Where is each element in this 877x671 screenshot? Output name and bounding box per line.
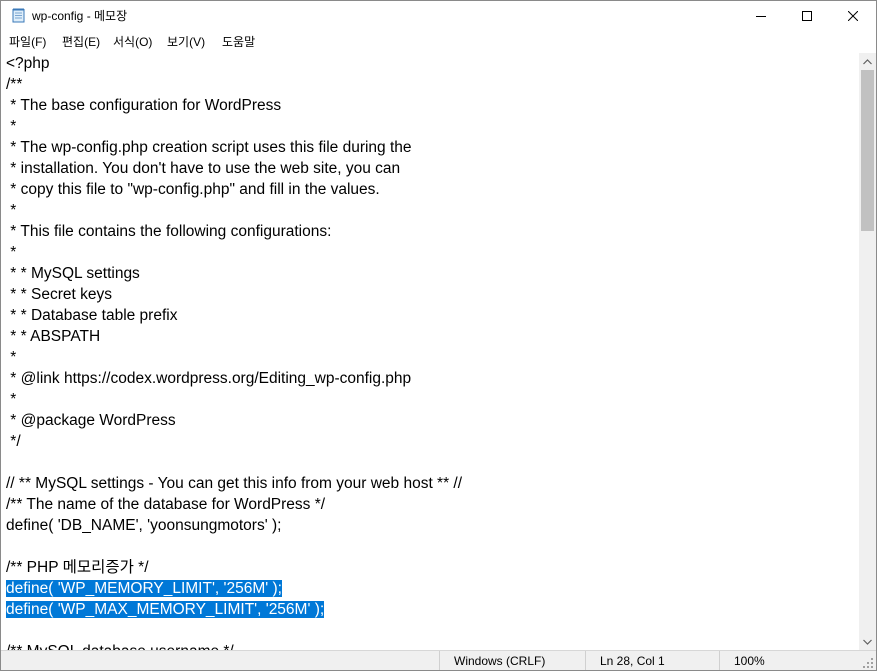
status-cursor-position: Ln 28, Col 1 <box>585 651 719 670</box>
maximize-button[interactable] <box>784 1 830 31</box>
editor-line-text: /** The name of the database for WordPre… <box>6 496 326 513</box>
text-editor[interactable]: <?php /** * The base configuration for Wo… <box>1 53 859 650</box>
close-icon <box>848 11 858 21</box>
menu-help[interactable]: 도움말 <box>222 34 255 50</box>
editor-line: /** <box>6 74 22 95</box>
menu-view[interactable]: 보기(V) <box>167 34 205 50</box>
window-title: wp-config - 메모장 <box>32 9 128 23</box>
editor-line: /** MySQL database username */ <box>6 641 234 650</box>
editor-line: * installation. You don't have to use th… <box>6 158 400 179</box>
editor-line-text: * * MySQL settings <box>6 265 140 282</box>
editor-line: * @package WordPress <box>6 410 176 431</box>
scroll-up-arrow[interactable] <box>859 53 876 70</box>
editor-line-text: * installation. You don't have to use th… <box>6 160 401 177</box>
editor-line-text: * The base configuration for WordPress <box>6 97 282 114</box>
editor-line: * copy this file to "wp-config.php" and … <box>6 179 380 200</box>
minimize-button[interactable] <box>738 1 784 31</box>
editor-line: * <box>6 242 16 263</box>
editor-line-text: /** <box>6 76 23 93</box>
editor-line-text: * copy this file to "wp-config.php" and … <box>6 181 380 198</box>
scroll-down-arrow[interactable] <box>859 633 876 650</box>
editor-line: * @link https://codex.wordpress.org/Edit… <box>6 368 411 389</box>
status-bar: Windows (CRLF) Ln 28, Col 1 100% <box>1 650 876 670</box>
editor-line: * * MySQL settings <box>6 263 140 284</box>
editor-line: * <box>6 347 16 368</box>
editor-line: define( 'WP_MAX_MEMORY_LIMIT', '256M' ); <box>6 599 325 620</box>
editor-line: * The base configuration for WordPress <box>6 95 281 116</box>
editor-line-text: // ** MySQL settings - You can get this … <box>6 475 463 492</box>
menu-file[interactable]: 파일(F) <box>9 34 46 50</box>
editor-line: */ <box>6 431 21 452</box>
editor-line: * * ABSPATH <box>6 326 100 347</box>
editor-line-text: */ <box>6 433 21 450</box>
editor-line: * <box>6 116 16 137</box>
editor-line: // ** MySQL settings - You can get this … <box>6 473 462 494</box>
editor-line-text: * <box>6 202 17 219</box>
editor-line-text: define( 'WP_MAX_MEMORY_LIMIT', '256M' ); <box>6 601 325 618</box>
editor-line: /** The name of the database for WordPre… <box>6 494 325 515</box>
editor-line-text: define( 'WP_MEMORY_LIMIT', '256M' ); <box>6 580 282 597</box>
close-button[interactable] <box>830 1 876 31</box>
editor-line: * This file contains the following confi… <box>6 221 331 242</box>
editor-line: /** PHP 메모리증가 */ <box>6 557 149 578</box>
chevron-down-icon <box>863 639 872 645</box>
editor-line-text: * <box>6 349 17 366</box>
vertical-scrollbar[interactable] <box>859 53 876 650</box>
editor-line-text: * * Secret keys <box>6 286 112 303</box>
editor-line-text: define( 'DB_NAME', 'yoonsungmotors' ); <box>6 517 282 534</box>
title-bar[interactable]: wp-config - 메모장 <box>1 1 876 31</box>
notepad-window: wp-config - 메모장 파일(F) 편집(E) 서식(O) 보기(V) … <box>0 0 877 671</box>
editor-line-text: * * Database table prefix <box>6 307 178 324</box>
editor-line: * <box>6 200 16 221</box>
editor-line-text: * <box>6 118 17 135</box>
editor-line-text: /** MySQL database username */ <box>6 643 234 650</box>
editor-line-text: <?php <box>6 55 50 72</box>
editor-line: * * Database table prefix <box>6 305 177 326</box>
editor-line: define( 'DB_NAME', 'yoonsungmotors' ); <box>6 515 281 536</box>
editor-line-text: * @link https://codex.wordpress.org/Edit… <box>6 370 412 387</box>
editor-line-text: * This file contains the following confi… <box>6 223 332 240</box>
editor-line-text: /** PHP 메모리증가 */ <box>6 559 149 576</box>
editor-line-text: * The wp-config.php creation script uses… <box>6 139 412 156</box>
editor-line-text: * * ABSPATH <box>6 328 101 345</box>
editor-line: <?php <box>6 53 50 74</box>
editor-line: * * Secret keys <box>6 284 112 305</box>
scroll-thumb[interactable] <box>861 70 874 231</box>
menu-bar: 파일(F) 편집(E) 서식(O) 보기(V) 도움말 <box>1 31 876 53</box>
editor-line: * <box>6 389 16 410</box>
maximize-icon <box>802 11 812 21</box>
editor-line-text: * <box>6 391 17 408</box>
editor-line-text: * @package WordPress <box>6 412 176 429</box>
menu-format[interactable]: 서식(O) <box>113 34 152 50</box>
menu-edit[interactable]: 편집(E) <box>62 34 100 50</box>
minimize-icon <box>756 16 766 17</box>
editor-line: * The wp-config.php creation script uses… <box>6 137 412 158</box>
editor-line-text: * <box>6 244 17 261</box>
resize-grip-icon[interactable] <box>862 657 874 669</box>
status-zoom: 100% <box>719 651 859 670</box>
chevron-up-icon <box>863 58 872 64</box>
notepad-icon <box>11 8 26 23</box>
editor-line: define( 'WP_MEMORY_LIMIT', '256M' ); <box>6 578 282 599</box>
status-encoding: Windows (CRLF) <box>439 651 585 670</box>
